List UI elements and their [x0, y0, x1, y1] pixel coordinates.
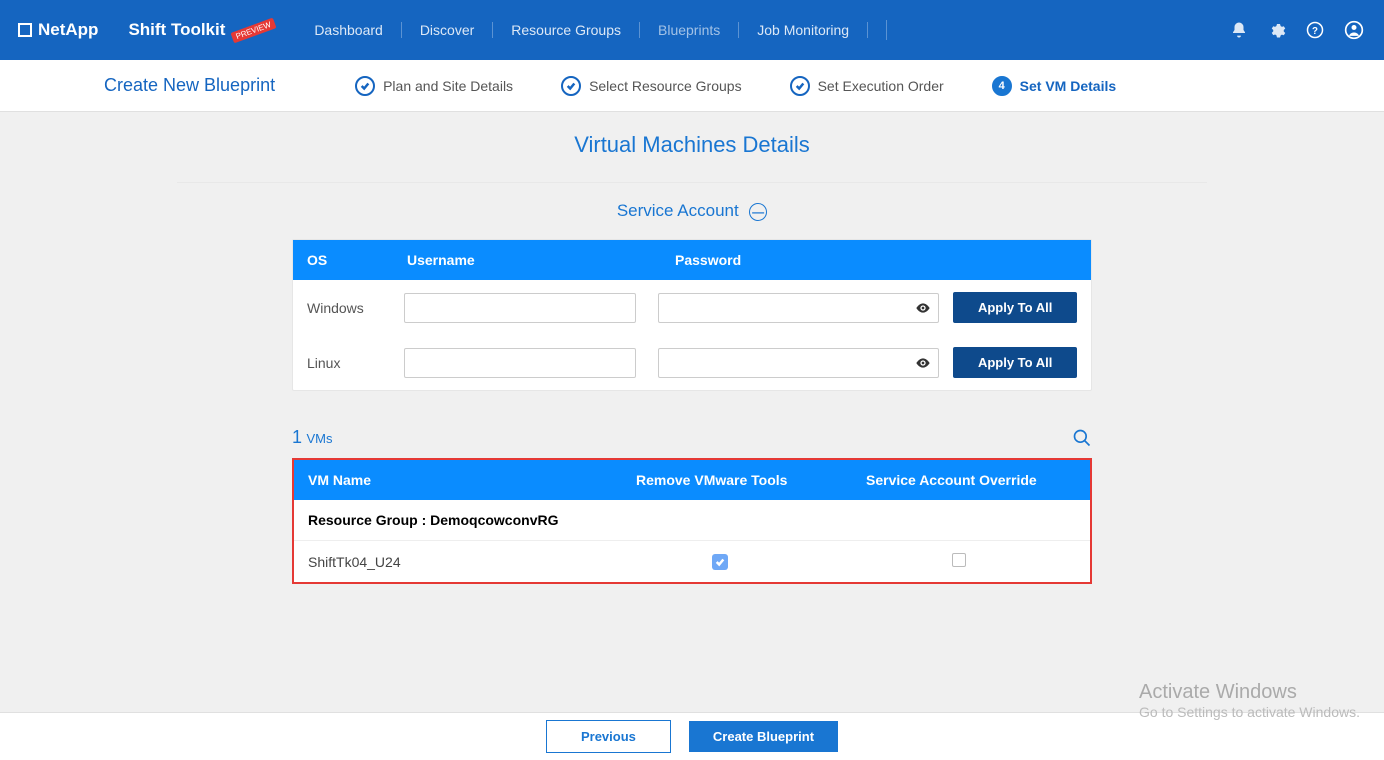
table-row: ShiftTk04_U24 — [294, 541, 1090, 582]
step-label: Set VM Details — [1020, 78, 1116, 94]
os-label: Windows — [307, 300, 404, 316]
check-icon — [561, 76, 581, 96]
vm-count-label: VMs — [306, 431, 332, 446]
header-actions: ? — [1230, 20, 1364, 40]
nav-divider — [886, 20, 887, 40]
product-name: Shift Toolkit — [128, 20, 225, 40]
check-icon — [355, 76, 375, 96]
step-number-badge: 4 — [992, 76, 1012, 96]
collapse-icon[interactable]: — — [749, 203, 767, 221]
step-label: Select Resource Groups — [589, 78, 742, 94]
remove-tools-cell — [636, 554, 866, 570]
col-vm-name: VM Name — [308, 472, 636, 488]
resource-group-row: Resource Group : DemoqcowconvRG — [294, 500, 1090, 541]
footer-actions: Previous Create Blueprint — [0, 712, 1384, 760]
help-icon[interactable]: ? — [1306, 21, 1324, 39]
table-row: Windows Apply To All — [293, 280, 1091, 335]
top-nav: Dashboard Discover Resource Groups Bluep… — [296, 20, 887, 40]
override-cell — [866, 553, 1076, 570]
vm-count: 1 VMs — [292, 427, 332, 448]
brand-name: NetApp — [38, 20, 98, 40]
page-title: Create New Blueprint — [104, 75, 275, 96]
bell-icon[interactable] — [1230, 21, 1248, 39]
checkbox-unchecked[interactable] — [952, 553, 966, 567]
vm-name-cell: ShiftTk04_U24 — [308, 554, 636, 570]
watermark-title: Activate Windows — [1139, 681, 1360, 704]
preview-badge: PREVIEW — [231, 17, 277, 43]
vm-table-highlighted: VM Name Remove VMware Tools Service Acco… — [292, 458, 1092, 584]
user-icon[interactable] — [1344, 20, 1364, 40]
table-header: OS Username Password — [293, 240, 1091, 280]
svg-text:?: ? — [1312, 26, 1318, 37]
nav-blueprints[interactable]: Blueprints — [640, 22, 739, 38]
os-label: Linux — [307, 355, 404, 371]
nav-resource-groups[interactable]: Resource Groups — [493, 22, 640, 38]
col-service-override: Service Account Override — [866, 472, 1076, 488]
search-icon[interactable] — [1072, 428, 1092, 448]
check-icon — [790, 76, 810, 96]
step-vm-details[interactable]: 4 Set VM Details — [992, 76, 1116, 96]
apply-all-linux-button[interactable]: Apply To All — [953, 347, 1077, 378]
main-content: Virtual Machines Details Service Account… — [0, 112, 1384, 664]
stepper-bar: Create New Blueprint Plan and Site Detai… — [0, 60, 1384, 112]
vms-summary-row: 1 VMs — [292, 427, 1092, 448]
section-title: Service Account — [617, 201, 739, 220]
eye-icon[interactable] — [915, 300, 931, 316]
apply-all-windows-button[interactable]: Apply To All — [953, 292, 1077, 323]
vm-count-number: 1 — [292, 427, 302, 447]
col-username: Username — [407, 252, 675, 268]
username-input-linux[interactable] — [404, 348, 636, 378]
password-input-windows[interactable] — [658, 293, 940, 323]
netapp-logo-icon — [18, 23, 32, 37]
step-plan-site[interactable]: Plan and Site Details — [355, 76, 513, 96]
step-label: Set Execution Order — [818, 78, 944, 94]
create-blueprint-button[interactable]: Create Blueprint — [689, 721, 838, 752]
content-title: Virtual Machines Details — [574, 132, 810, 158]
table-row: Linux Apply To All — [293, 335, 1091, 390]
eye-icon[interactable] — [915, 355, 931, 371]
service-account-table: OS Username Password Windows Apply To Al… — [292, 239, 1092, 391]
checkbox-checked[interactable] — [712, 554, 728, 570]
section-header: Service Account — — [177, 201, 1207, 221]
step-label: Plan and Site Details — [383, 78, 513, 94]
nav-discover[interactable]: Discover — [402, 22, 493, 38]
step-execution-order[interactable]: Set Execution Order — [790, 76, 944, 96]
app-header: NetApp Shift Toolkit PREVIEW Dashboard D… — [0, 0, 1384, 60]
nav-dashboard[interactable]: Dashboard — [296, 22, 402, 38]
nav-job-monitoring[interactable]: Job Monitoring — [739, 22, 868, 38]
gear-icon[interactable] — [1268, 21, 1286, 39]
step-resource-groups[interactable]: Select Resource Groups — [561, 76, 742, 96]
username-input-windows[interactable] — [404, 293, 636, 323]
col-remove-tools: Remove VMware Tools — [636, 472, 866, 488]
col-os: OS — [307, 252, 407, 268]
previous-button[interactable]: Previous — [546, 720, 671, 753]
col-password: Password — [675, 252, 975, 268]
password-input-linux[interactable] — [658, 348, 940, 378]
table-header: VM Name Remove VMware Tools Service Acco… — [294, 460, 1090, 500]
brand-logo: NetApp — [18, 20, 98, 40]
